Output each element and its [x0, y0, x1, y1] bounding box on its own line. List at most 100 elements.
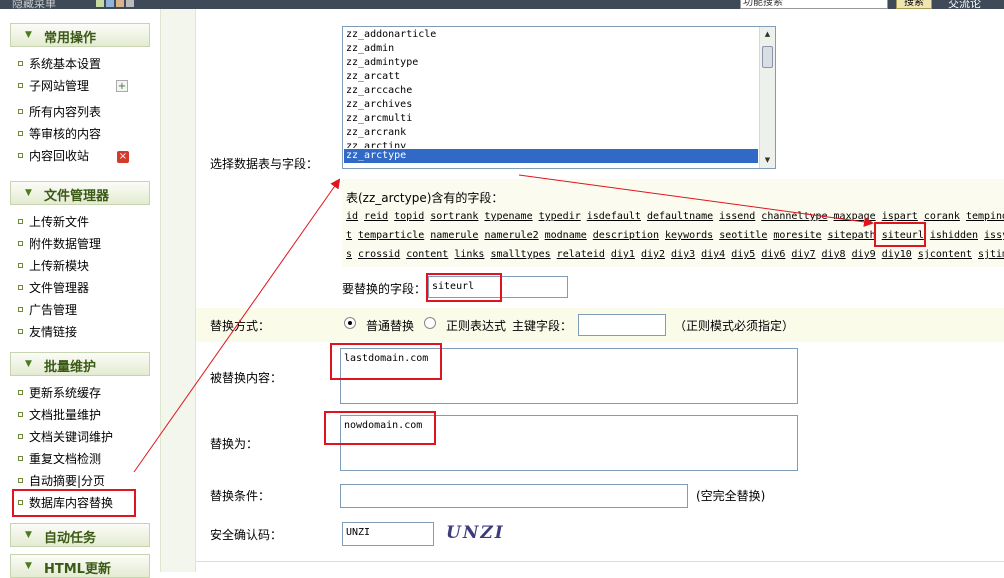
field-link-corank[interactable]: corank [924, 211, 960, 222]
field-link-diy10[interactable]: diy10 [882, 249, 912, 260]
listbox-scrollbar[interactable]: ▲ ▼ [759, 27, 775, 168]
field-link-sitepath[interactable]: sitepath [828, 230, 876, 241]
field-link-diy3[interactable]: diy3 [671, 249, 695, 260]
field-link-topid[interactable]: topid [394, 211, 424, 222]
sidebar-item-upload-module[interactable]: 上传新模块 [18, 257, 89, 275]
sidebar-item-links[interactable]: 友情链接 [18, 323, 77, 341]
theme-swatch-blue[interactable] [106, 0, 114, 7]
radio-regex-replace[interactable] [424, 317, 436, 329]
field-link-seotitle[interactable]: seotitle [719, 230, 767, 241]
sidebar-item-update-cache[interactable]: 更新系统缓存 [18, 384, 101, 402]
sidebar-item-label: 文档批量维护 [29, 408, 102, 422]
replace-field-label: 要替换的字段： [342, 282, 427, 296]
section-header-common[interactable]: ▼ 常用操作 [10, 23, 150, 47]
function-search-input[interactable]: 功能搜索 [740, 0, 888, 9]
field-link-diy1[interactable]: diy1 [611, 249, 635, 260]
shield-icon[interactable]: × [117, 151, 129, 163]
sidebar-item-attachments[interactable]: 附件数据管理 [18, 235, 101, 253]
captcha-input[interactable]: UNZI [342, 522, 434, 546]
table-listbox[interactable]: zz_addonarticle zz_admin zz_admintype zz… [342, 26, 776, 169]
table-option[interactable]: zz_addonarticle [346, 28, 436, 42]
bullet-icon [18, 412, 23, 417]
table-option[interactable]: zz_admintype [346, 56, 418, 70]
add-page-icon[interactable]: + [116, 80, 128, 92]
field-link-t[interactable]: t [346, 230, 352, 241]
field-link-moresite[interactable]: moresite [773, 230, 821, 241]
section-header-html-update[interactable]: ▼ HTML更新 [10, 554, 150, 578]
field-link-keywords[interactable]: keywords [665, 230, 713, 241]
section-header-file-manager[interactable]: ▼ 文件管理器 [10, 181, 150, 205]
sidebar-item-file-manager[interactable]: 文件管理器 [18, 279, 89, 297]
section-header-batch[interactable]: ▼ 批量维护 [10, 352, 150, 376]
field-link-namerule[interactable]: namerule [430, 230, 478, 241]
theme-swatch-green[interactable] [96, 0, 104, 7]
search-button[interactable]: 搜索 [896, 0, 932, 9]
theme-swatch-orange[interactable] [116, 0, 124, 7]
field-link-issend[interactable]: issend [719, 211, 755, 222]
field-link-id[interactable]: id [346, 211, 358, 222]
field-link-modname[interactable]: modname [545, 230, 587, 241]
field-link-diy7[interactable]: diy7 [791, 249, 815, 260]
field-link-diy9[interactable]: diy9 [852, 249, 876, 260]
scroll-down-icon[interactable]: ▼ [760, 153, 775, 168]
field-link-tempindex[interactable]: tempindex [966, 211, 1004, 222]
field-link-description[interactable]: description [593, 230, 659, 241]
field-link-issy[interactable]: issy [984, 230, 1004, 241]
sidebar-item-subsite[interactable]: 子网站管理 [18, 77, 89, 95]
field-link-typename[interactable]: typename [484, 211, 532, 222]
field-link-diy5[interactable]: diy5 [731, 249, 755, 260]
sidebar-item-all-content[interactable]: 所有内容列表 [18, 103, 101, 121]
sidebar-item-pending[interactable]: 等审核的内容 [18, 125, 101, 143]
field-link-sjcontent[interactable]: sjcontent [918, 249, 972, 260]
field-link-diy8[interactable]: diy8 [822, 249, 846, 260]
captcha-image[interactable]: UNZI [446, 523, 512, 547]
table-option[interactable]: zz_arcatt [346, 70, 400, 84]
scroll-thumb[interactable] [762, 46, 773, 68]
primary-key-input[interactable] [578, 314, 666, 336]
hide-menu-link[interactable]: 隐藏菜单 [12, 0, 56, 9]
field-link-isdefault[interactable]: isdefault [587, 211, 641, 222]
sidebar-gutter [160, 9, 196, 572]
field-link-ishidden[interactable]: ishidden [930, 230, 978, 241]
field-link-typedir[interactable]: typedir [539, 211, 581, 222]
field-link-diy6[interactable]: diy6 [761, 249, 785, 260]
sidebar-item-batch-docs[interactable]: 文档批量维护 [18, 406, 101, 424]
field-link-links[interactable]: links [454, 249, 484, 260]
field-link-diy4[interactable]: diy4 [701, 249, 725, 260]
sidebar-item-auto-summary[interactable]: 自动摘要|分页 [18, 472, 105, 490]
table-option[interactable]: zz_arctiny [346, 140, 406, 148]
theme-swatch-gray[interactable] [126, 0, 134, 7]
section-header-auto-tasks[interactable]: ▼ 自动任务 [10, 523, 150, 547]
field-link-relateid[interactable]: relateid [557, 249, 605, 260]
field-link-temparticle[interactable]: temparticle [358, 230, 424, 241]
field-link-reid[interactable]: reid [364, 211, 388, 222]
field-link-s[interactable]: s [346, 249, 352, 260]
sidebar-item-ads[interactable]: 广告管理 [18, 301, 77, 319]
field-link-crossid[interactable]: crossid [358, 249, 400, 260]
radio-normal-replace[interactable] [344, 317, 356, 329]
field-link-defaultname[interactable]: defaultname [647, 211, 713, 222]
sidebar-item-system-settings[interactable]: 系统基本设置 [18, 55, 101, 73]
table-option[interactable]: zz_arcmulti [346, 112, 412, 126]
sidebar-item-upload-file[interactable]: 上传新文件 [18, 213, 89, 231]
field-link-sjtime[interactable]: sjtime [978, 249, 1004, 260]
table-option[interactable]: zz_admin [346, 42, 394, 56]
field-link-content[interactable]: content [406, 249, 448, 260]
field-link-sortrank[interactable]: sortrank [430, 211, 478, 222]
scroll-up-icon[interactable]: ▲ [760, 27, 775, 42]
condition-input[interactable] [340, 484, 688, 508]
table-option[interactable]: zz_arccache [346, 84, 412, 98]
field-link-channeltype[interactable]: channeltype [761, 211, 827, 222]
sidebar-item-duplicates[interactable]: 重复文档检测 [18, 450, 101, 468]
table-option[interactable]: zz_archives [346, 98, 412, 112]
table-option[interactable]: zz_arcrank [346, 126, 406, 140]
field-link-maxpage[interactable]: maxpage [834, 211, 876, 222]
field-link-ispart[interactable]: ispart [882, 211, 918, 222]
field-link-smalltypes[interactable]: smalltypes [490, 249, 550, 260]
field-link-namerule2[interactable]: namerule2 [484, 230, 538, 241]
exchange-forum-link[interactable]: 交流论 [948, 0, 981, 9]
table-option-selected[interactable]: zz_arctype [344, 149, 758, 163]
sidebar-item-recycle[interactable]: 内容回收站 [18, 147, 89, 165]
sidebar-item-keywords[interactable]: 文档关键词维护 [18, 428, 113, 446]
field-link-diy2[interactable]: diy2 [641, 249, 665, 260]
